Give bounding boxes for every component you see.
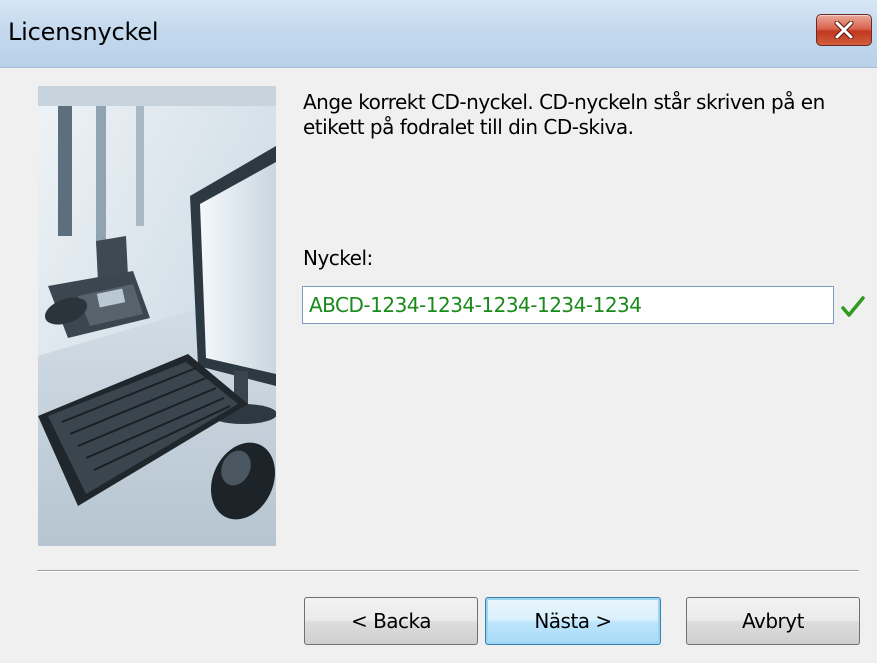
close-x-icon — [833, 21, 855, 39]
license-key-input[interactable] — [302, 286, 834, 324]
instruction-text: Ange korrekt CD-nyckel. CD-nyckeln står … — [303, 90, 825, 139]
close-button[interactable] — [816, 14, 872, 46]
cancel-button[interactable]: Avbryt — [686, 597, 860, 645]
next-button[interactable]: Nästa > — [485, 597, 661, 645]
checkmark-icon — [840, 295, 866, 319]
separator — [37, 570, 859, 572]
back-button[interactable]: < Backa — [304, 597, 478, 645]
key-label: Nyckel: — [303, 246, 373, 270]
license-key-dialog: Licensnyckel Ange korrekt CD-nyckel. CD-… — [0, 0, 877, 663]
office-desk-picture — [38, 86, 276, 546]
title-bar[interactable]: Licensnyckel — [0, 0, 877, 68]
window-title: Licensnyckel — [8, 18, 159, 46]
